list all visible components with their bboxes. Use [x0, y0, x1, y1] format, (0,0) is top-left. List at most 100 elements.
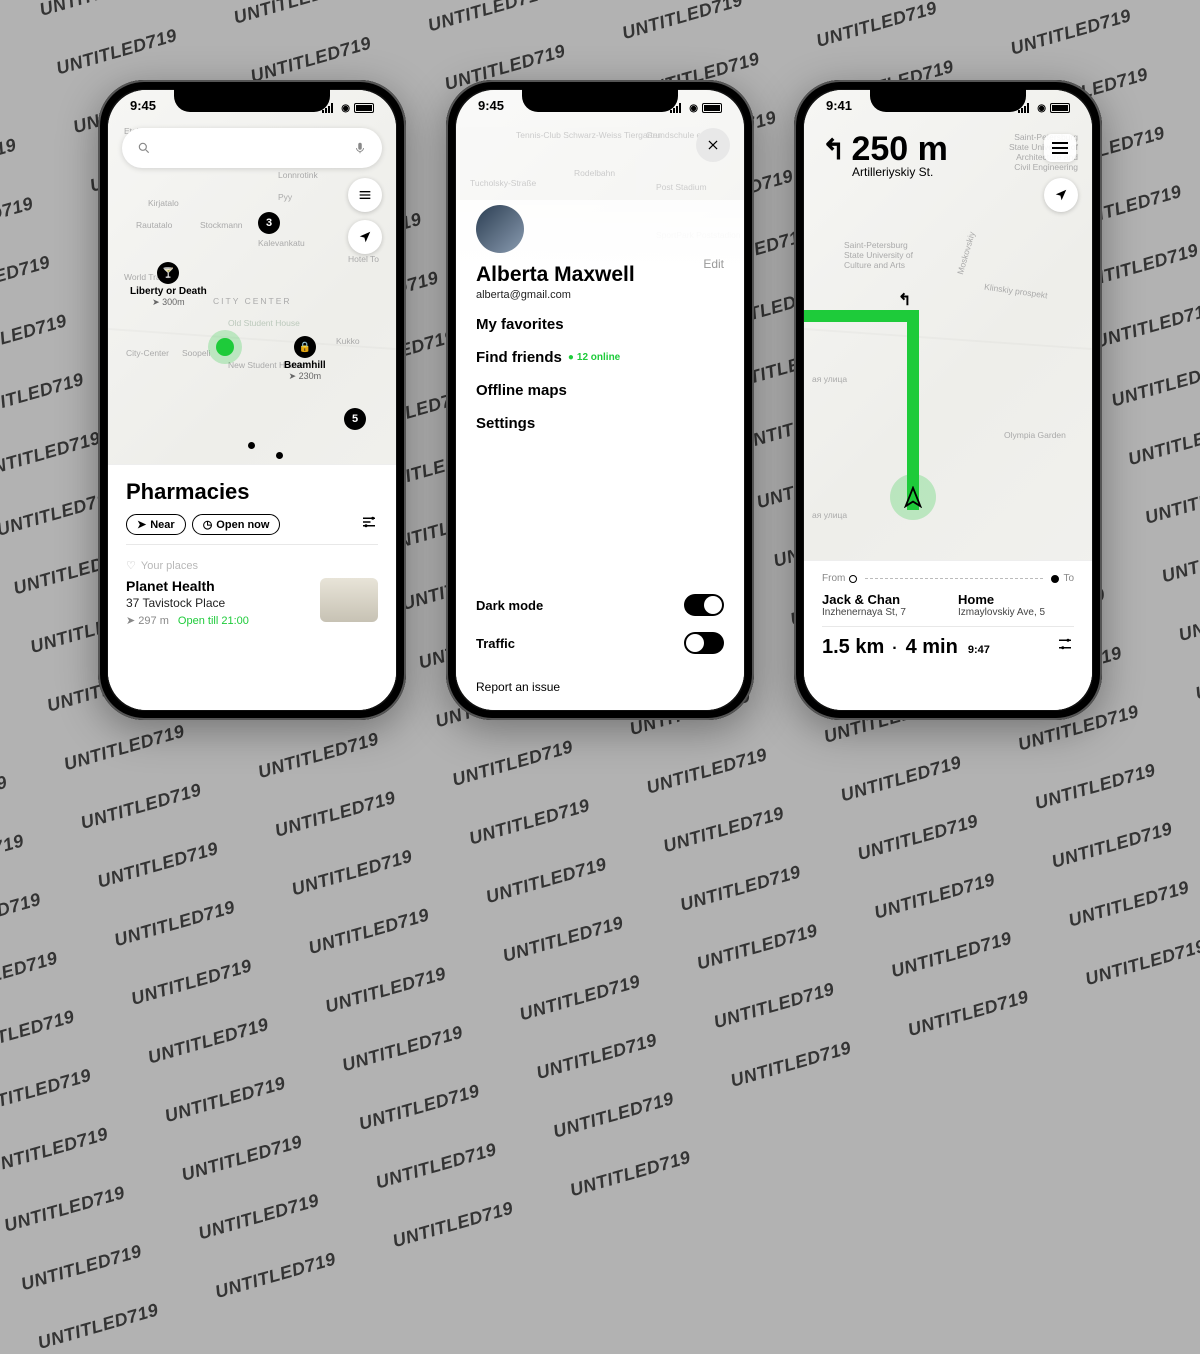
filter-near[interactable]: ➤Near: [126, 514, 186, 535]
poi-icon: 🍸: [157, 262, 179, 284]
from-name: Jack & Chan: [822, 592, 938, 607]
filter-row: ➤Near ◷Open now: [126, 513, 378, 536]
battery-icon: [702, 103, 722, 113]
place-item[interactable]: Planet Health 37 Tavistock Place ➤ 297 m…: [126, 578, 378, 627]
poi-pin[interactable]: 🍸 Liberty or Death ➤ 300m: [130, 262, 207, 308]
to-dot-icon: [1051, 575, 1059, 583]
wifi-icon: ◉: [689, 103, 698, 114]
screen-navigation: Saint-Petersburg State University of Arc…: [804, 90, 1092, 710]
nav-cursor: [902, 486, 924, 508]
turn-distance: 250 m: [851, 130, 947, 169]
profile-header: Alberta Maxwell alberta@gmail.com Edit: [476, 205, 724, 301]
map-label: ая улица: [812, 374, 847, 384]
trip-distance: 1.5 km: [822, 636, 884, 659]
map-label: Rautatalo: [136, 220, 172, 230]
map-dot[interactable]: [276, 452, 283, 459]
menu-offline-maps[interactable]: Offline maps: [476, 374, 724, 407]
map-label: ая улица: [812, 510, 847, 520]
to-col[interactable]: Home Izmaylovskiy Ave, 5: [958, 590, 1074, 618]
cluster-pin[interactable]: 5: [344, 408, 366, 430]
locate-button[interactable]: [1044, 178, 1078, 212]
nav-sheet[interactable]: From To Jack & Chan Inzhenernaya St, 7 H…: [804, 560, 1092, 710]
report-link[interactable]: Report an issue: [476, 680, 560, 694]
battery-icon: [354, 103, 374, 113]
search-icon: [136, 140, 152, 156]
cluster-pin[interactable]: 3: [258, 212, 280, 234]
map-label: Hotel To: [348, 254, 379, 264]
map-label: Kukko: [336, 336, 360, 346]
close-button[interactable]: [696, 128, 730, 162]
map-label: Saint-Petersburg State University of Cul…: [844, 240, 924, 270]
sheet-title: Pharmacies: [126, 479, 378, 505]
screen-profile: Tennis-Club Schwarz-Weiss Tiergarten Tuc…: [456, 90, 744, 710]
place-open: Open till 21:00: [178, 615, 249, 627]
notch: [522, 86, 678, 112]
map-label: Pyy: [278, 192, 292, 202]
trip-summary: 1.5 km · 4 min 9:47: [822, 635, 1074, 659]
status-time: 9:41: [826, 98, 852, 118]
map-label: Soopeli: [182, 348, 210, 358]
map-label: Tennis-Club Schwarz-Weiss Tiergarten: [516, 130, 662, 140]
route-progress: From To: [822, 573, 1074, 584]
map-dot[interactable]: [248, 442, 255, 449]
online-badge: 12 online: [568, 352, 620, 363]
filter-open-now[interactable]: ◷Open now: [192, 514, 281, 535]
map-label: Tucholsky-Straße: [470, 178, 536, 188]
notch: [174, 86, 330, 112]
status-icons: ◉: [1018, 98, 1070, 118]
toggle-label: Traffic: [476, 636, 515, 651]
trip-eta: 9:47: [968, 644, 990, 656]
from-col[interactable]: Jack & Chan Inzhenernaya St, 7: [822, 590, 938, 618]
map-label: Lonnrotink: [278, 170, 318, 180]
map-label: Rodelbahn: [574, 168, 615, 178]
traffic-switch[interactable]: [684, 632, 724, 654]
results-sheet[interactable]: Pharmacies ➤Near ◷Open now ♡ Your places…: [108, 464, 396, 710]
poi-name: Beamhill: [284, 360, 326, 371]
mic-icon[interactable]: [352, 140, 368, 156]
avatar[interactable]: [476, 205, 524, 253]
toggle-dark-mode-row: Dark mode: [476, 586, 724, 624]
from-to-row: Jack & Chan Inzhenernaya St, 7 Home Izma…: [822, 590, 1074, 618]
layers-button[interactable]: [1044, 134, 1076, 162]
poi-distance: 300m: [162, 297, 185, 307]
turn-left-icon: ↰: [898, 290, 911, 310]
status-time: 9:45: [130, 98, 156, 118]
section-label: ♡ Your places: [126, 559, 378, 572]
turn-left-icon: ↰: [822, 133, 845, 166]
status-icons: ◉: [322, 98, 374, 118]
map-label: Kirjatalo: [148, 198, 179, 208]
edit-button[interactable]: Edit: [703, 257, 724, 271]
to-name: Home: [958, 592, 1074, 607]
screen-map-search: Etelaesplanadi Lonnrotink Kirjatalo Pyy …: [108, 90, 396, 710]
trip-time: 4 min: [906, 636, 958, 659]
dark-mode-switch[interactable]: [684, 594, 724, 616]
poi-pin[interactable]: 🔒 Beamhill ➤ 230m: [284, 336, 326, 382]
layers-button[interactable]: [348, 178, 382, 212]
map-label: Stockmann: [200, 220, 243, 230]
from-addr: Inzhenernaya St, 7: [822, 607, 938, 618]
user-location: [216, 338, 234, 356]
map-label: Kalevankatu: [258, 238, 305, 248]
user-name: Alberta Maxwell: [476, 263, 724, 287]
filter-icon[interactable]: [1056, 635, 1074, 658]
poi-distance: 230m: [299, 371, 322, 381]
nav-direction: ↰ 250 m Artilleriyskiy St.: [822, 130, 948, 179]
locate-button[interactable]: [348, 220, 382, 254]
toggles-section: Dark mode Traffic: [476, 586, 724, 662]
map-label: Moskovskiy: [955, 231, 977, 276]
phone-3: Saint-Petersburg State University of Arc…: [794, 80, 1102, 720]
menu-find-friends[interactable]: Find friends 12 online: [476, 341, 724, 374]
search-input[interactable]: [122, 128, 382, 168]
map-label: City-Center: [126, 348, 169, 358]
place-distance: 297 m: [138, 615, 169, 627]
heart-icon: ♡: [126, 559, 136, 572]
menu-settings[interactable]: Settings: [476, 407, 724, 440]
map-label: Old Student House: [228, 318, 300, 328]
map-label: Klinskiy prospekt: [984, 282, 1049, 301]
poi-icon: 🔒: [294, 336, 316, 358]
map-label: Post Stadium: [656, 182, 707, 192]
toggle-label: Dark mode: [476, 598, 543, 613]
phones-row: Etelaesplanadi Lonnrotink Kirjatalo Pyy …: [0, 0, 1200, 800]
filter-icon[interactable]: [360, 513, 378, 536]
menu-favorites[interactable]: My favorites: [476, 308, 724, 341]
